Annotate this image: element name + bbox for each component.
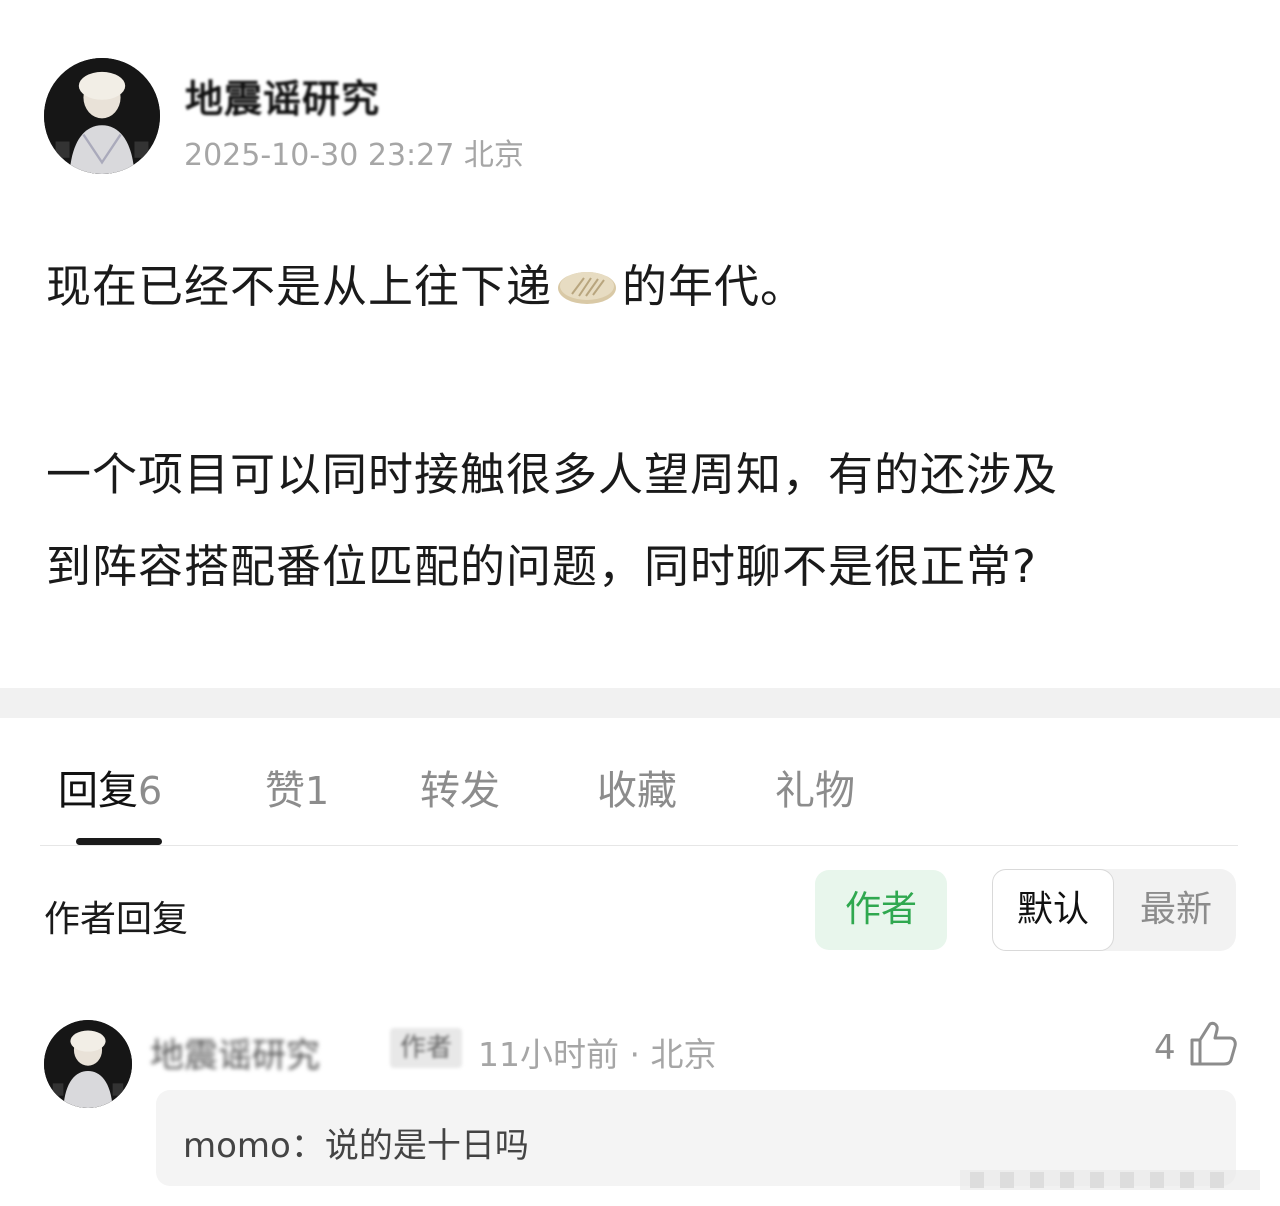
tab-count: 1: [305, 769, 330, 813]
post-text-line: 一个项目可以同时接触很多人望周知，有的还涉及: [46, 448, 1059, 501]
comment-like-count[interactable]: 4: [1154, 1028, 1176, 1068]
comment-location: 北京: [650, 1035, 717, 1074]
nested-reply-text: momo：说的是十日吗: [183, 1118, 529, 1167]
tab-label: 收藏: [597, 768, 677, 814]
avatar-image: [44, 58, 160, 174]
pancake-emoji-icon: [558, 272, 617, 304]
active-tab-indicator: [76, 838, 162, 845]
tab-gifts[interactable]: 礼物: [775, 758, 855, 816]
watermark: [960, 1170, 1260, 1190]
tab-reposts[interactable]: 转发: [420, 758, 500, 816]
post-location: 北京: [463, 138, 524, 173]
comment-avatar[interactable]: [44, 1020, 132, 1108]
reply-content: 说的是十日吗: [324, 1126, 529, 1166]
comment-meta: 11小时前 · 北京: [478, 1035, 717, 1074]
post-text-line: 现在已经不是从上往下递 的年代。: [46, 250, 806, 315]
tab-favorites[interactable]: 收藏: [597, 758, 677, 816]
author-filter-button[interactable]: 作者: [815, 870, 947, 950]
sort-latest-button[interactable]: 最新: [1126, 869, 1226, 951]
author-badge: 作者: [390, 1028, 462, 1068]
post-text-line: 到阵容搭配番位匹配的问题，同时聊不是很正常?: [46, 540, 1037, 593]
author-name[interactable]: 地震谣研究: [185, 68, 380, 123]
tab-label: 回复: [58, 768, 138, 814]
thumbs-up-icon[interactable]: [1186, 1018, 1238, 1070]
comment-username[interactable]: 地震谣研究: [150, 1028, 320, 1077]
tab-label: 转发: [420, 768, 500, 814]
post-text-segment: 现在已经不是从上往下递: [46, 260, 553, 313]
author-avatar[interactable]: [44, 58, 160, 174]
post-meta: 2025-10-30 23:27 北京: [184, 130, 524, 174]
tab-divider: [40, 845, 1238, 846]
sort-default-button[interactable]: 默认: [992, 869, 1114, 951]
comment-time: 11小时前: [478, 1035, 619, 1074]
tab-likes[interactable]: 赞1: [265, 758, 329, 816]
post-text-segment: 的年代。: [622, 260, 807, 313]
tab-label: 赞: [265, 768, 305, 814]
post-timestamp: 2025-10-30 23:27: [184, 138, 455, 173]
replies-section-title: 作者回复: [44, 899, 189, 940]
reply-username[interactable]: momo：: [183, 1126, 325, 1166]
section-divider: [0, 688, 1280, 718]
author-badge-label: 作者: [399, 1033, 452, 1063]
avatar-image: [44, 1020, 132, 1108]
tab-count: 6: [138, 769, 163, 813]
tab-label: 礼物: [775, 768, 855, 814]
tab-replies[interactable]: 回复6: [58, 758, 162, 816]
